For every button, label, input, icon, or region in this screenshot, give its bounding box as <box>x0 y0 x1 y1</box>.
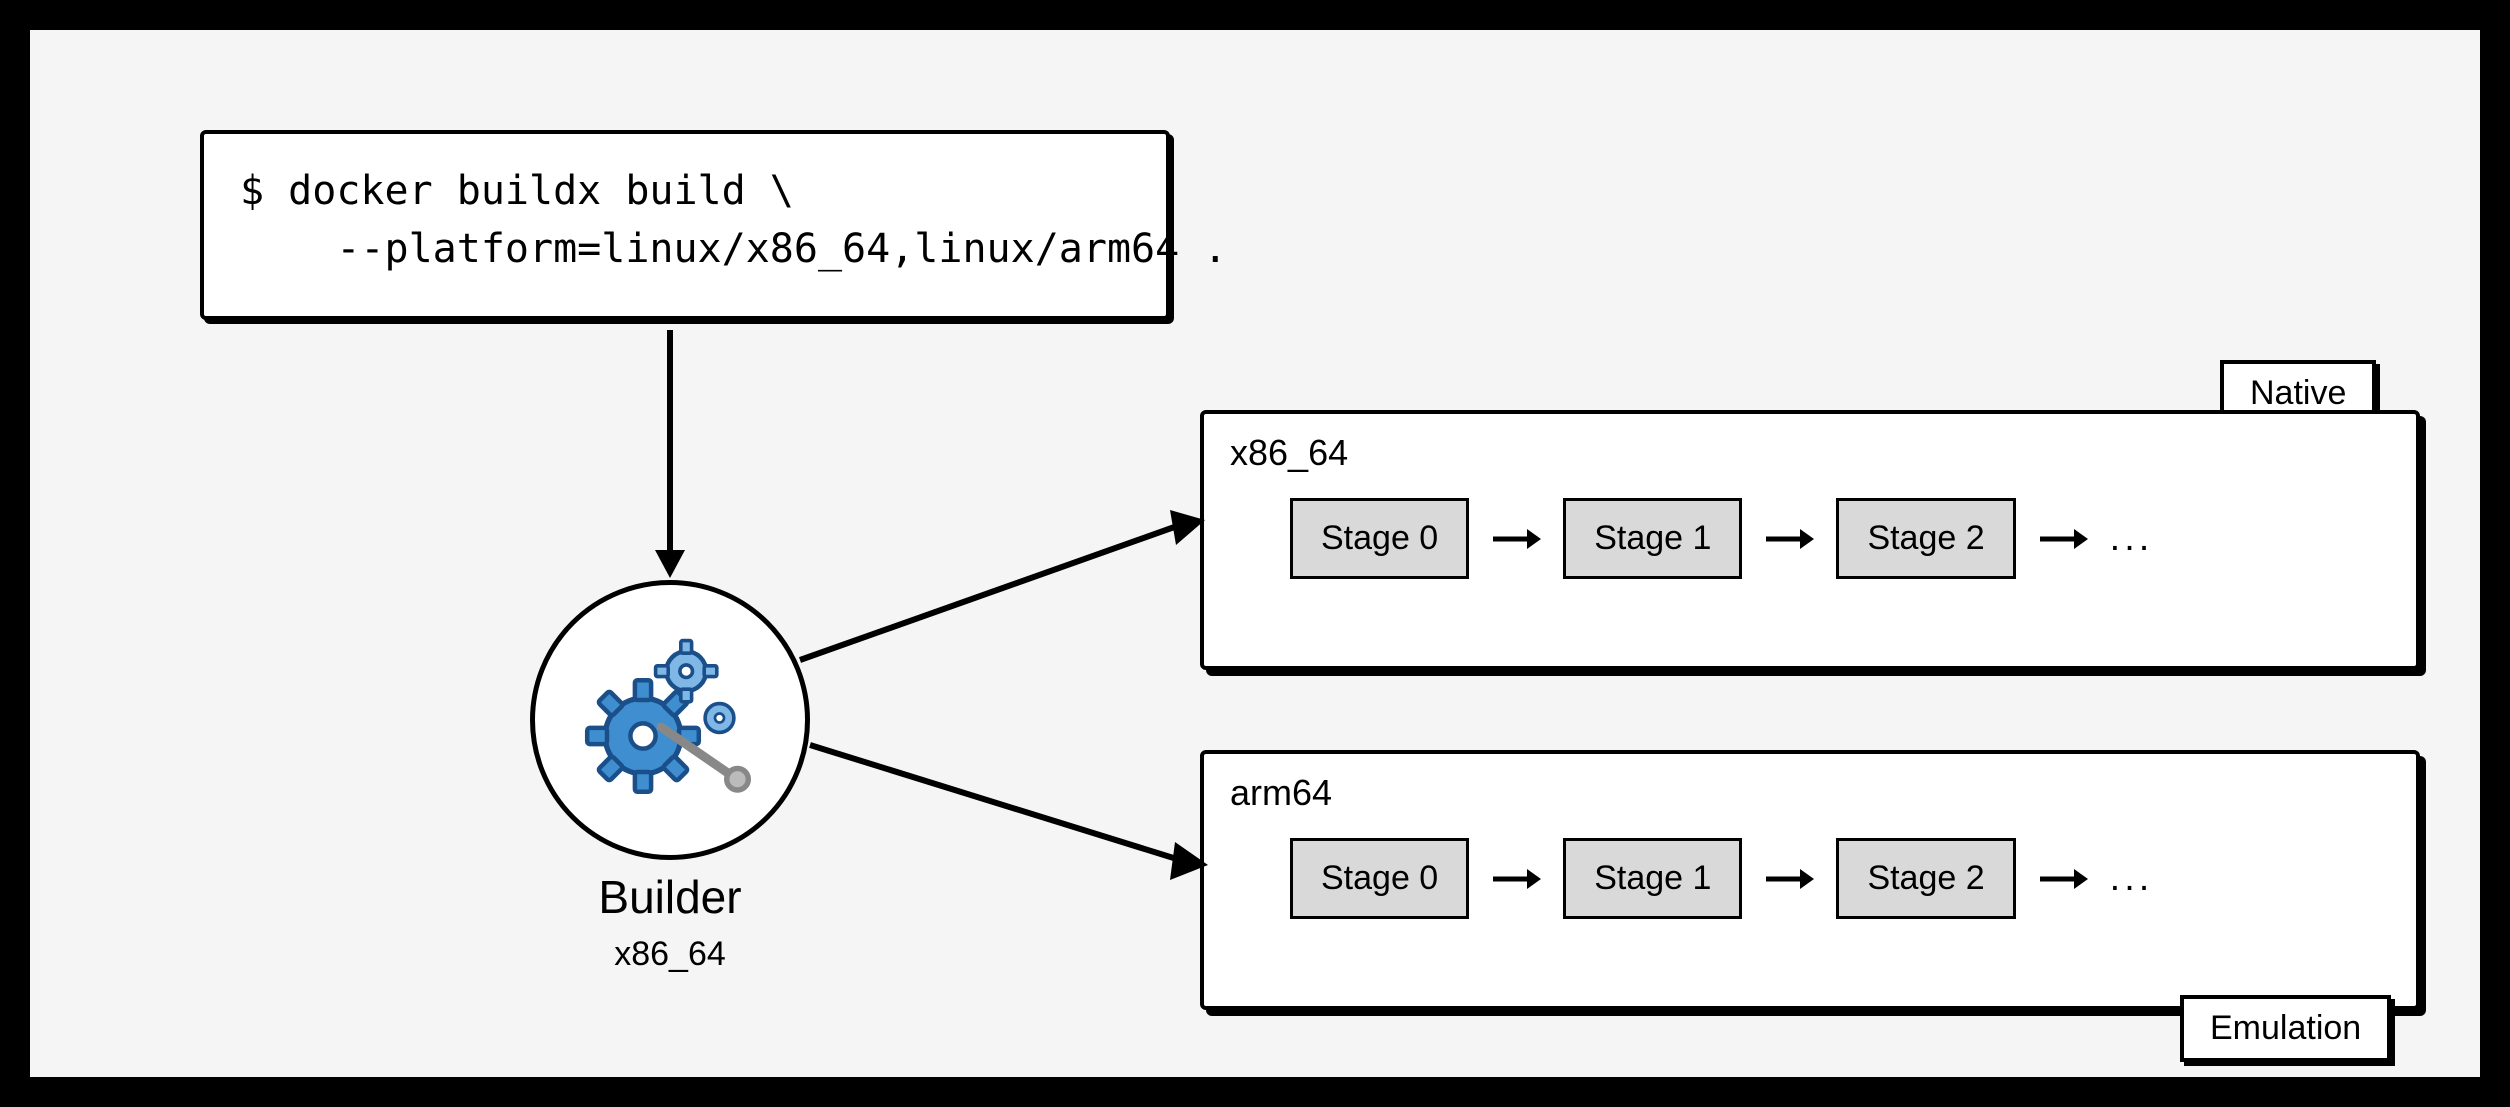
command-text: $ docker buildx build \ --platform=linux… <box>240 162 1130 278</box>
emulation-tag: Emulation <box>2180 995 2391 1062</box>
arrow-builder-to-arm <box>800 730 1210 890</box>
stage-row-x86: Stage 0 Stage 1 Stage 2 ... <box>1230 498 2390 579</box>
arrow-right-icon <box>1764 864 1814 894</box>
stage-row-arm: Stage 0 Stage 1 Stage 2 ... <box>1230 838 2390 919</box>
stage-box: Stage 1 <box>1563 838 1742 919</box>
pipeline-panel-x86: x86_64 Stage 0 Stage 1 Stage 2 ... <box>1200 410 2420 670</box>
stage-box: Stage 1 <box>1563 498 1742 579</box>
gears-icon <box>580 628 760 813</box>
arrow-right-icon <box>2038 864 2088 894</box>
pipeline-panel-arm: arm64 Stage 0 Stage 1 Stage 2 ... <box>1200 750 2420 1010</box>
arrow-right-icon <box>2038 524 2088 554</box>
arrow-right-icon <box>1764 524 1814 554</box>
ellipsis: ... <box>2110 517 2154 560</box>
command-box: $ docker buildx build \ --platform=linux… <box>200 130 1170 320</box>
arrow-right-icon <box>1491 524 1541 554</box>
builder-node <box>530 580 810 860</box>
panel-title-x86: x86_64 <box>1230 432 2390 474</box>
arrow-right-icon <box>1491 864 1541 894</box>
builder-label: Builder <box>530 870 810 924</box>
stage-box: Stage 0 <box>1290 838 1469 919</box>
builder-arch-label: x86_64 <box>530 935 810 974</box>
stage-box: Stage 0 <box>1290 498 1469 579</box>
ellipsis: ... <box>2110 857 2154 900</box>
arrow-builder-to-x86 <box>790 500 1210 680</box>
diagram-canvas: $ docker buildx build \ --platform=linux… <box>0 0 2510 1107</box>
arrow-cmd-to-builder <box>640 330 700 580</box>
stage-box: Stage 2 <box>1836 838 2015 919</box>
stage-box: Stage 2 <box>1836 498 2015 579</box>
panel-title-arm: arm64 <box>1230 772 2390 814</box>
